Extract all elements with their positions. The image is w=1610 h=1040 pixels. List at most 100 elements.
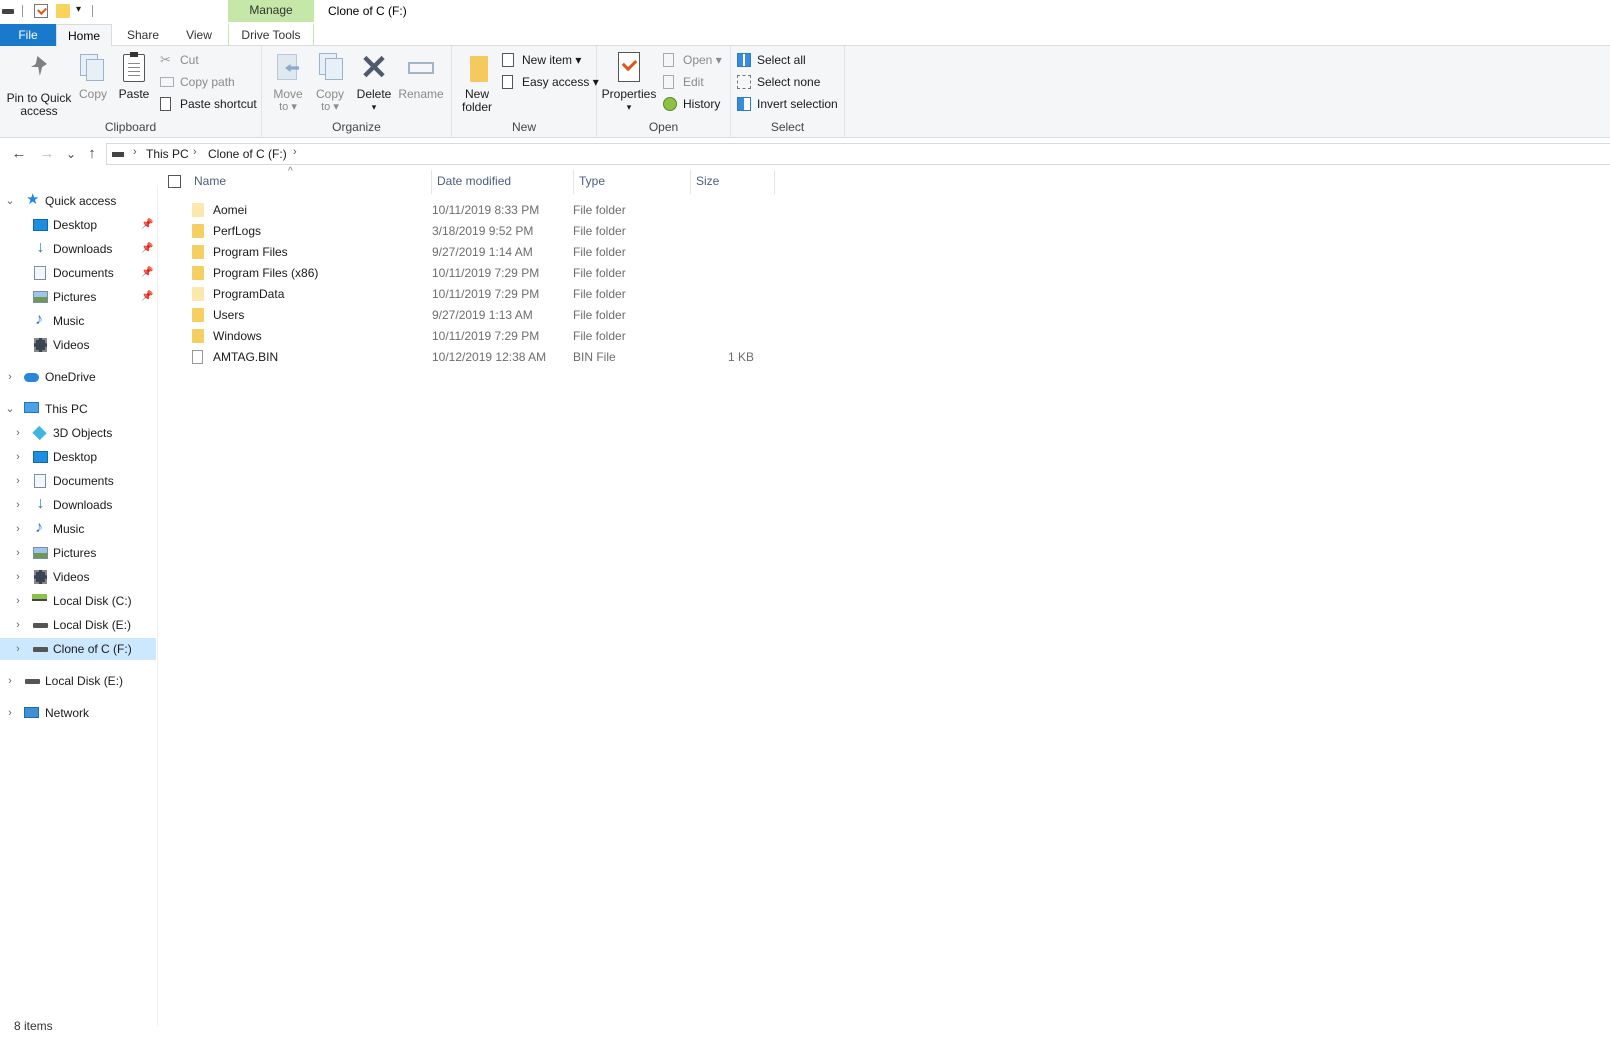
copy-button[interactable]: Copy: [76, 52, 110, 101]
file-row[interactable]: Windows 10/11/2019 7:29 PM File folder: [160, 326, 760, 346]
recent-locations-dropdown[interactable]: ⌄: [62, 145, 80, 163]
column-divider[interactable]: [431, 170, 432, 194]
qat-customize-dropdown-icon[interactable]: ▾: [76, 4, 86, 18]
folder-icon: [192, 329, 204, 343]
copy-to-button[interactable]: Copy to ▾: [312, 52, 348, 114]
expand-chevron-icon[interactable]: ›: [12, 566, 24, 588]
sidebar-item-3d-objects[interactable]: › 3D Objects: [0, 422, 156, 444]
expand-chevron-icon[interactable]: ›: [12, 542, 24, 564]
column-divider[interactable]: [690, 170, 691, 194]
new-folder-label-line2: folder: [461, 100, 493, 114]
breadcrumb-separator[interactable]: ›: [293, 146, 297, 158]
new-folder-qat-icon[interactable]: [56, 4, 70, 18]
sidebar-item-pictures[interactable]: Pictures 📌: [0, 286, 156, 308]
file-name: AMTAG.BIN: [213, 350, 279, 364]
open-button[interactable]: Open ▾: [663, 50, 722, 70]
expand-chevron-icon[interactable]: ›: [4, 670, 16, 692]
breadcrumb-current-drive[interactable]: Clone of C (F:): [208, 147, 287, 161]
column-header-size[interactable]: Size: [696, 174, 719, 188]
sidebar-item-pictures[interactable]: › Pictures: [0, 542, 156, 564]
sidebar-item-label: Local Disk (E:): [53, 618, 132, 632]
select-all-checkbox[interactable]: [168, 175, 181, 188]
expand-chevron-icon[interactable]: ›: [12, 446, 24, 468]
sidebar-item-desktop[interactable]: Desktop 📌: [0, 214, 156, 236]
address-bar[interactable]: › This PC › Clone of C (F:) ›: [106, 143, 1610, 165]
sidebar-item-local-disk-e-root[interactable]: › Local Disk (E:): [0, 670, 156, 692]
sidebar-item-music[interactable]: › ♪ Music: [0, 518, 156, 540]
invert-selection-button[interactable]: Invert selection: [737, 94, 838, 114]
file-row[interactable]: ProgramData 10/11/2019 7:29 PM File fold…: [160, 284, 760, 304]
sidebar-item-local-disk-c[interactable]: › Local Disk (C:): [0, 590, 156, 612]
properties-qat-icon[interactable]: [34, 4, 48, 18]
column-header-name[interactable]: Name: [194, 174, 226, 188]
paste-shortcut-button[interactable]: Paste shortcut: [160, 94, 257, 114]
breadcrumb-separator[interactable]: ›: [193, 146, 197, 158]
move-to-label-line2: to ▾: [279, 101, 297, 113]
up-button[interactable]: ↑: [83, 145, 101, 163]
rename-button[interactable]: Rename: [398, 52, 444, 101]
file-row[interactable]: Aomei 10/11/2019 8:33 PM File folder: [160, 200, 760, 220]
new-folder-button[interactable]: New folder: [456, 52, 498, 114]
expand-chevron-icon[interactable]: ›: [4, 702, 16, 724]
select-all-button[interactable]: Select all: [737, 50, 806, 70]
file-row[interactable]: AMTAG.BIN 10/12/2019 12:38 AM BIN File 1…: [160, 347, 760, 367]
breadcrumb-separator[interactable]: ›: [133, 146, 137, 158]
new-folder-icon: [462, 52, 492, 84]
column-divider[interactable]: [774, 170, 775, 194]
file-row[interactable]: Program Files 9/27/2019 1:14 AM File fol…: [160, 242, 760, 262]
column-divider[interactable]: [573, 170, 574, 194]
expand-chevron-icon[interactable]: ›: [12, 518, 24, 540]
history-button[interactable]: History: [663, 94, 720, 114]
sidebar-item-network[interactable]: › Network: [0, 702, 156, 724]
expand-chevron-icon[interactable]: ›: [12, 638, 24, 660]
tab-home[interactable]: Home: [56, 24, 112, 47]
sidebar-item-documents[interactable]: › Documents: [0, 470, 156, 492]
sidebar-item-quick-access[interactable]: ⌄ ★ Quick access: [0, 190, 156, 212]
sidebar-item-videos[interactable]: Videos: [0, 334, 156, 356]
expand-chevron-icon[interactable]: ›: [12, 614, 24, 636]
tab-file[interactable]: File: [0, 24, 56, 47]
expand-chevron-icon[interactable]: ›: [12, 494, 24, 516]
move-to-button[interactable]: Move to ▾: [270, 52, 306, 114]
sidebar-item-downloads[interactable]: › ↓ Downloads: [0, 494, 156, 516]
collapse-chevron-icon[interactable]: ⌄: [4, 190, 16, 212]
sidebar-item-onedrive[interactable]: › OneDrive: [0, 366, 156, 388]
sidebar-item-documents[interactable]: Documents 📌: [0, 262, 156, 284]
column-header-date-modified[interactable]: Date modified: [437, 174, 511, 188]
collapse-chevron-icon[interactable]: ⌄: [4, 398, 16, 420]
easy-access-button[interactable]: Easy access ▾: [502, 72, 599, 92]
file-row[interactable]: Program Files (x86) 10/11/2019 7:29 PM F…: [160, 263, 760, 283]
cut-button[interactable]: ✂ Cut: [160, 50, 199, 70]
select-none-button[interactable]: Select none: [737, 72, 820, 92]
sidebar-item-this-pc[interactable]: ⌄ This PC: [0, 398, 156, 420]
tab-share[interactable]: Share: [116, 24, 170, 47]
expand-chevron-icon[interactable]: ›: [4, 366, 16, 388]
expand-chevron-icon[interactable]: ›: [12, 422, 24, 444]
expand-chevron-icon[interactable]: ›: [12, 470, 24, 492]
delete-button[interactable]: ✕ Delete ▾: [354, 51, 394, 114]
file-name: PerfLogs: [213, 224, 262, 238]
tab-view[interactable]: View: [172, 24, 226, 47]
edit-button[interactable]: Edit: [663, 72, 704, 92]
properties-button[interactable]: Properties ▾: [601, 52, 657, 114]
forward-button[interactable]: →: [38, 145, 56, 163]
column-header-row: ^ Name Date modified Type Size: [160, 166, 775, 194]
folder-icon: [192, 224, 204, 238]
sidebar-item-desktop[interactable]: › Desktop: [0, 446, 156, 468]
sidebar-item-clone-of-c[interactable]: › Clone of C (F:): [0, 638, 156, 660]
expand-chevron-icon[interactable]: ›: [12, 590, 24, 612]
file-row[interactable]: PerfLogs 3/18/2019 9:52 PM File folder: [160, 221, 760, 241]
new-item-button[interactable]: New item ▾: [502, 50, 581, 70]
tab-drive-tools[interactable]: Drive Tools: [228, 24, 314, 47]
file-row[interactable]: Users 9/27/2019 1:13 AM File folder: [160, 305, 760, 325]
sidebar-item-videos[interactable]: › Videos: [0, 566, 156, 588]
paste-button[interactable]: Paste: [116, 52, 152, 101]
sidebar-item-downloads[interactable]: ↓ Downloads 📌: [0, 238, 156, 260]
column-header-type[interactable]: Type: [579, 174, 605, 188]
pin-to-quick-access-button[interactable]: Pin to Quick access: [4, 52, 74, 118]
back-button[interactable]: ←: [10, 145, 28, 163]
breadcrumb-this-pc[interactable]: This PC: [146, 147, 189, 161]
sidebar-item-local-disk-e[interactable]: › Local Disk (E:): [0, 614, 156, 636]
copy-path-button[interactable]: Copy path: [160, 72, 235, 92]
sidebar-item-music[interactable]: ♪ Music: [0, 310, 156, 332]
